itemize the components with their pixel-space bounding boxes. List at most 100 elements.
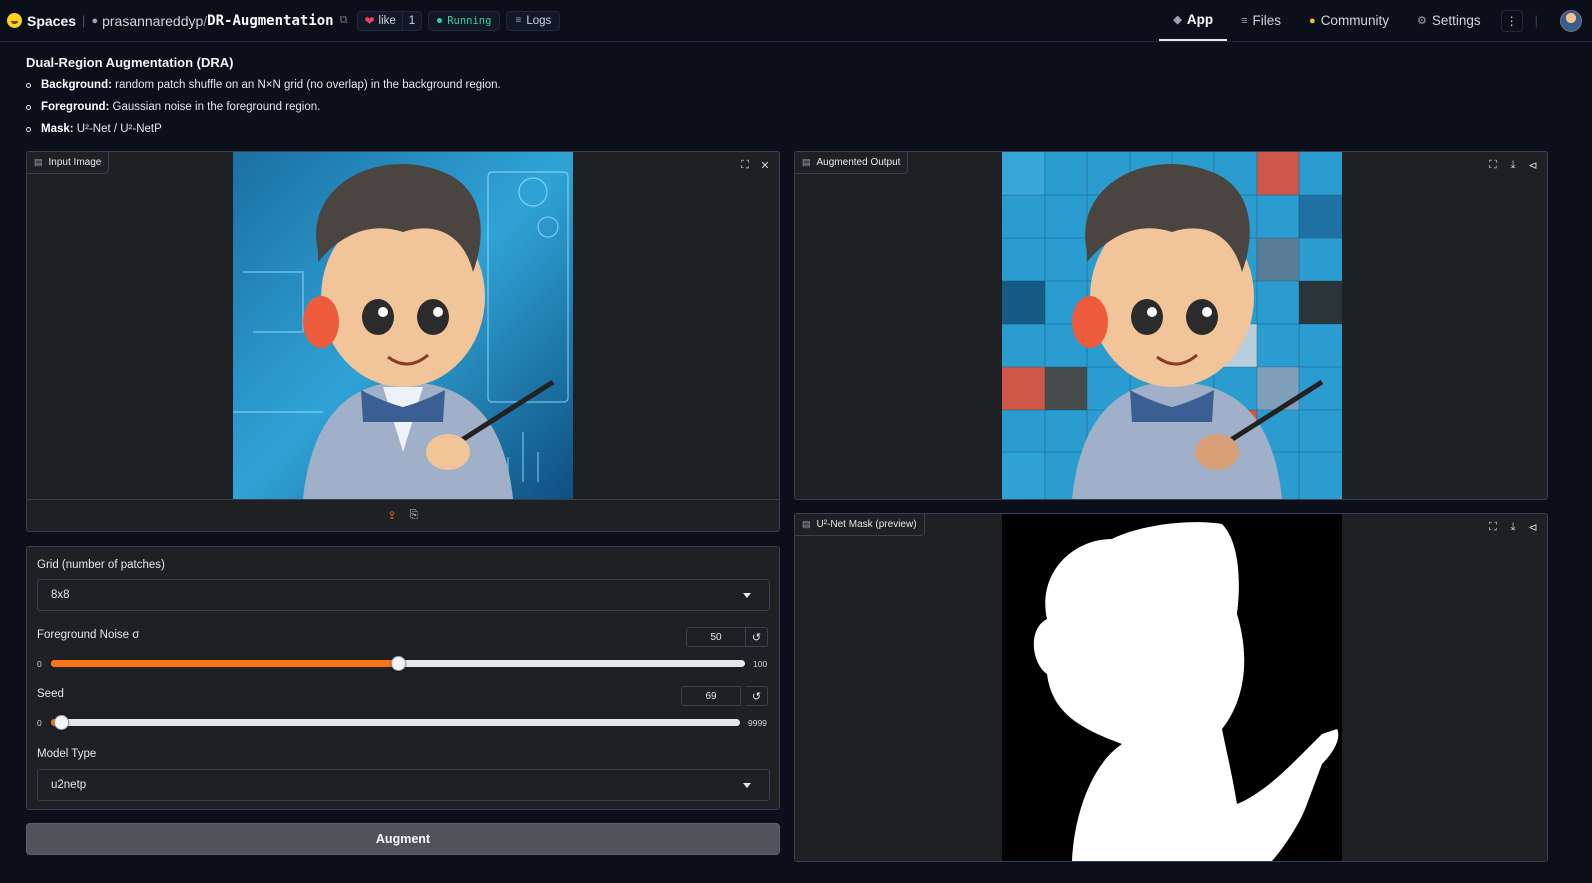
- download-icon[interactable]: ⤓: [1505, 157, 1521, 173]
- grid-label: Grid (number of patches): [37, 559, 165, 571]
- bullet-icon: [26, 82, 31, 88]
- list-item: Foreground: Gaussian noise in the foregr…: [26, 100, 501, 114]
- chevron-down-icon: [743, 783, 751, 788]
- image-icon: ▤: [34, 157, 43, 167]
- files-icon: ≡: [1241, 14, 1248, 27]
- input-image-tools: ⛶ ✕: [737, 157, 773, 173]
- spaces-link[interactable]: Spaces: [27, 13, 76, 29]
- noise-slider[interactable]: [51, 656, 745, 671]
- list-item-text: Gaussian noise in the foreground region.: [109, 101, 321, 113]
- tab-files[interactable]: ≡ Files: [1227, 0, 1295, 41]
- image-icon: ▤: [802, 519, 811, 529]
- input-image-label: ▤ Input Image: [27, 152, 110, 174]
- model-type-dropdown[interactable]: u2netp: [37, 769, 770, 801]
- avatar[interactable]: [1560, 9, 1582, 32]
- fullscreen-icon[interactable]: ⛶: [737, 157, 753, 173]
- noise-min-label: 0: [37, 659, 42, 669]
- clipboard-icon[interactable]: ⎘: [408, 509, 420, 522]
- grid-dropdown[interactable]: 8x8: [37, 579, 770, 611]
- status-badge[interactable]: Running: [428, 10, 501, 31]
- input-image[interactable]: [233, 152, 573, 499]
- mask-preview-panel: ▤ U²-Net Mask (preview) ⛶ ⤓ ⊲: [794, 513, 1548, 862]
- input-image-label-text: Input Image: [48, 157, 102, 168]
- input-image-panel: ▤ Input Image ⛶ ✕ ⇪ ⎘: [26, 151, 780, 532]
- community-icon: ●: [1309, 14, 1316, 27]
- repo-name-link[interactable]: DR-Augmentation: [207, 13, 333, 29]
- fullscreen-icon[interactable]: ⛶: [1485, 519, 1501, 535]
- nav-right: ◆ App ≡ Files ● Community ⚙ Settings ⋮ |: [1159, 0, 1592, 41]
- noise-slider-thumb[interactable]: [391, 656, 406, 671]
- tab-app[interactable]: ◆ App: [1159, 0, 1228, 41]
- status-label: Running: [447, 14, 492, 27]
- grid-dropdown-value: 8x8: [51, 589, 70, 601]
- seed-reset-button[interactable]: ↺: [746, 686, 768, 706]
- augmented-illustration: [1002, 152, 1342, 499]
- list-item-text: random patch shuffle on an N×N grid (no …: [111, 79, 501, 91]
- share-icon[interactable]: ⊲: [1525, 157, 1541, 173]
- augmented-output-label: ▤ Augmented Output: [795, 152, 909, 174]
- augmented-output-image[interactable]: [1002, 152, 1342, 499]
- seed-slider[interactable]: [51, 715, 740, 730]
- augmented-output-label-text: Augmented Output: [816, 157, 901, 168]
- tab-files-label: Files: [1252, 13, 1282, 28]
- tab-settings[interactable]: ⚙ Settings: [1403, 0, 1495, 41]
- list-item-bold: Foreground:: [41, 101, 110, 113]
- like-label: like: [378, 14, 396, 27]
- close-icon[interactable]: ✕: [757, 157, 773, 173]
- nav-separator: |: [82, 13, 86, 28]
- noise-reset-button[interactable]: ↺: [746, 627, 768, 647]
- image-icon: ▤: [802, 157, 811, 167]
- copy-icon[interactable]: ⧉: [340, 14, 348, 27]
- augmented-output-panel: ▤ Augmented Output ⛶ ⤓ ⊲: [794, 151, 1548, 500]
- owner-link[interactable]: prasannareddyp: [102, 13, 203, 29]
- bullet-icon: [26, 126, 31, 132]
- top-nav: Spaces | ● prasannareddyp / DR-Augmentat…: [0, 0, 1592, 42]
- fullscreen-icon[interactable]: ⛶: [1485, 157, 1501, 173]
- noise-number-input[interactable]: 50: [686, 627, 746, 647]
- noise-max-label: 100: [753, 659, 768, 669]
- seed-slider-thumb[interactable]: [54, 715, 69, 730]
- seed-number-input[interactable]: 69: [681, 686, 741, 706]
- mask-preview-label-text: U²-Net Mask (preview): [816, 519, 917, 530]
- status-dot-icon: [437, 18, 443, 23]
- tab-community[interactable]: ● Community: [1295, 0, 1403, 41]
- list-item: Background: random patch shuffle on an N…: [26, 78, 501, 92]
- augmented-output-tools: ⛶ ⤓ ⊲: [1485, 157, 1541, 173]
- logs-icon: ≡: [515, 15, 522, 26]
- more-options-button[interactable]: ⋮: [1500, 9, 1523, 32]
- model-type-dropdown-value: u2netp: [51, 779, 87, 791]
- silhouette-mask: [1002, 514, 1342, 861]
- noise-slider-fill: [51, 660, 398, 667]
- tab-community-label: Community: [1320, 13, 1389, 28]
- gear-icon: ⚙: [1416, 15, 1427, 27]
- page-title: Dual-Region Augmentation (DRA): [26, 55, 234, 70]
- mask-preview-image[interactable]: [1002, 514, 1342, 861]
- share-icon[interactable]: ⊲: [1525, 519, 1541, 535]
- nav-left: Spaces | ● prasannareddyp / DR-Augmentat…: [0, 0, 566, 41]
- mask-preview-tools: ⛶ ⤓ ⊲: [1485, 519, 1541, 535]
- list-item-bold: Mask:: [41, 123, 74, 135]
- tab-app-label: App: [1186, 12, 1214, 27]
- seed-label: Seed: [37, 688, 64, 700]
- list-item: Mask: U²-Net / U²-NetP: [26, 122, 501, 136]
- list-item-bold: Background:: [41, 79, 112, 91]
- app-description: Dual-Region Augmentation (DRA) Backgroun…: [26, 55, 501, 144]
- app-icon: ◆: [1173, 14, 1182, 26]
- list-item-text: U²-Net / U²-NetP: [73, 123, 162, 135]
- like-button[interactable]: ❤ like 1: [357, 10, 423, 31]
- nav-separator-right: |: [1534, 13, 1538, 28]
- seed-min-label: 0: [37, 718, 42, 728]
- huggingface-logo-icon[interactable]: [7, 13, 22, 28]
- heart-icon: ❤: [364, 13, 375, 28]
- mask-preview-label: ▤ U²-Net Mask (preview): [795, 514, 925, 536]
- download-icon[interactable]: ⤓: [1505, 519, 1521, 535]
- upload-icon[interactable]: ⇪: [386, 510, 398, 522]
- logs-button[interactable]: ≡ Logs: [506, 10, 561, 31]
- model-type-label: Model Type: [37, 748, 97, 760]
- cartoon-boy-illustration: [233, 152, 573, 499]
- like-count[interactable]: 1: [401, 11, 421, 30]
- bullet-icon: [26, 104, 31, 110]
- noise-label: Foreground Noise σ: [37, 629, 140, 641]
- user-icon: ●: [91, 14, 99, 27]
- augment-button[interactable]: Augment: [26, 823, 780, 855]
